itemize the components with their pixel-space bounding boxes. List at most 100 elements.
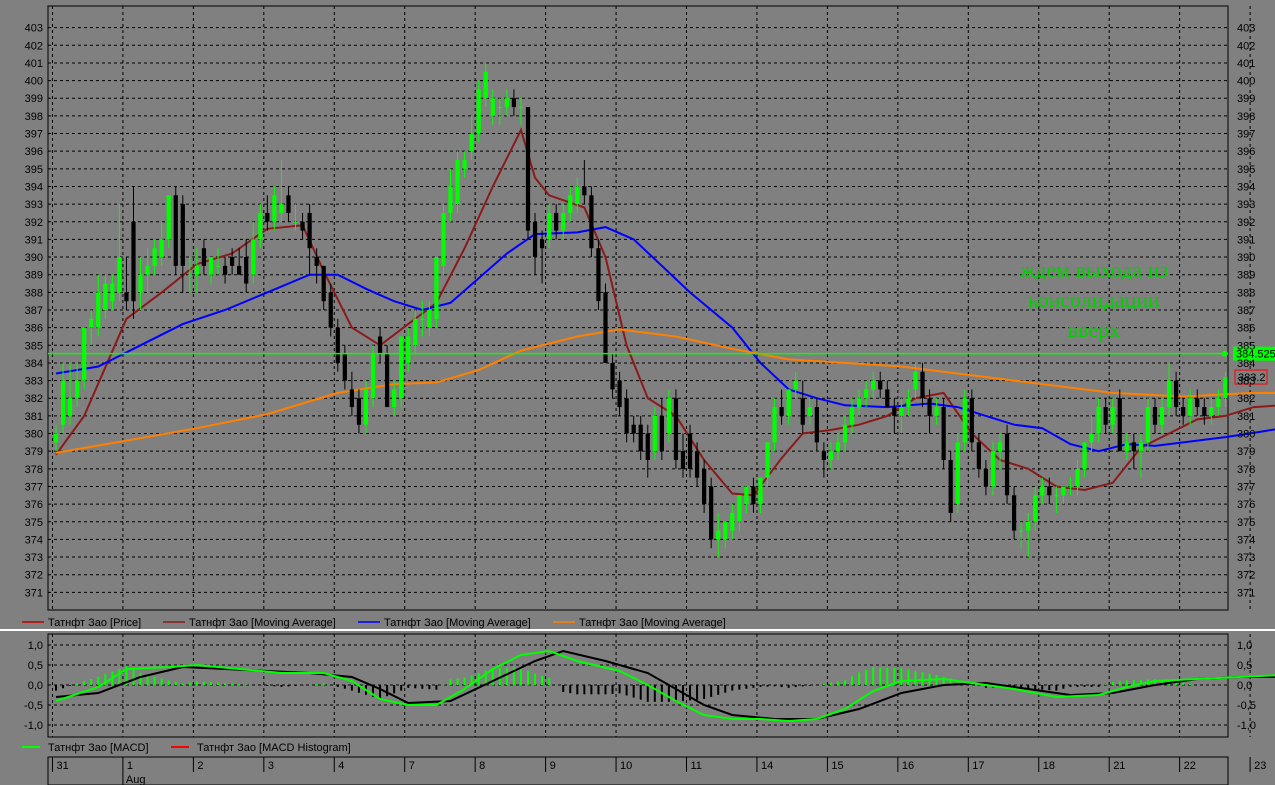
candle-body: [131, 221, 136, 302]
candle-body: [568, 195, 573, 213]
price-tick-label-right: 373: [1237, 552, 1255, 564]
candle-body: [166, 195, 171, 240]
price-tick-label-left: 373: [25, 552, 43, 564]
x-axis-day-label: 9: [550, 760, 556, 772]
price-tick-label-right: 371: [1237, 587, 1255, 599]
candle-body: [603, 292, 608, 363]
price-tick-label-right: 374: [1237, 534, 1255, 546]
price-tick-label-left: 398: [25, 111, 43, 123]
candle-body: [349, 389, 354, 408]
macd-tick-label-left: -1,0: [24, 720, 43, 732]
candle-body: [1089, 433, 1094, 443]
candle-body: [244, 257, 249, 284]
x-axis-day-label: 2: [197, 760, 203, 772]
macd-tick-label-left: 0,0: [28, 680, 43, 692]
candle-body: [124, 292, 129, 302]
price-tick-label-left: 400: [25, 76, 43, 88]
x-axis-day-label: 4: [338, 760, 344, 772]
candle-body: [1138, 442, 1144, 452]
candle-body: [455, 160, 460, 205]
candle-body: [793, 380, 798, 390]
candle-body: [511, 98, 517, 108]
candle-body: [624, 398, 629, 434]
candle-body: [237, 265, 242, 275]
candle-body: [1004, 433, 1010, 496]
candle-body: [1082, 442, 1087, 469]
candle-body: [370, 354, 376, 399]
price-tick-label-left: 386: [25, 323, 43, 335]
price-tick-label-right: 393: [1237, 199, 1255, 211]
price-tick-label-right: 385: [1237, 340, 1255, 352]
candle-body: [483, 71, 488, 99]
candle-body: [596, 248, 601, 302]
candle-body: [307, 212, 312, 249]
candle-body: [1061, 486, 1066, 496]
candle-body: [694, 451, 700, 478]
candle-body: [1068, 486, 1073, 488]
candle-body: [1011, 495, 1017, 531]
candle-body: [723, 521, 728, 540]
candle-body: [1117, 398, 1122, 452]
price-tick-label-right: 402: [1237, 40, 1255, 52]
candle-body: [1054, 495, 1059, 497]
candle-body: [110, 283, 115, 302]
candle-body: [976, 442, 981, 469]
price-tick-label-right: 381: [1237, 411, 1255, 423]
candle-body: [666, 398, 672, 434]
candle-body: [448, 186, 453, 213]
candle-body: [265, 212, 270, 222]
x-axis-day-label: 7: [409, 760, 415, 772]
candle-body: [1096, 407, 1101, 434]
price-tick-label-right: 400: [1237, 76, 1255, 88]
candle-body: [1124, 442, 1129, 452]
candle-body: [532, 221, 538, 258]
candle-body: [561, 212, 566, 231]
price-tick-label-right: 395: [1237, 164, 1255, 176]
candle-body: [680, 451, 686, 469]
candle-body: [892, 407, 897, 416]
candle-body: [201, 248, 207, 266]
macd-legend-label: Татнфт Зао [MACD]: [48, 742, 149, 754]
price-tick-label-left: 394: [25, 181, 43, 193]
candle-body: [878, 380, 883, 390]
candle-body: [1223, 377, 1228, 399]
price-tick-label-left: 388: [25, 287, 43, 299]
annotation-line: вверх: [1068, 317, 1120, 342]
macd-tick-label-right: 1,0: [1237, 640, 1252, 652]
candle-body: [427, 310, 432, 328]
price-tick-label-left: 392: [25, 217, 43, 229]
date-x-axis: 3112347891011141516171821222324Aug: [47, 756, 1266, 785]
candle-body: [1188, 398, 1193, 416]
price-tick-label-left: 375: [25, 517, 43, 529]
candle-body: [328, 292, 333, 328]
candle-body: [377, 336, 383, 355]
candle-body: [1166, 380, 1172, 408]
candle-body: [744, 486, 749, 505]
x-axis-day-label: 11: [691, 760, 702, 772]
price-tick-label-right: 386: [1237, 323, 1255, 335]
price-tick-label-left: 371: [25, 587, 43, 599]
price-tick-label-right: 380: [1237, 429, 1255, 441]
candle-body: [159, 239, 164, 258]
candle-body: [934, 407, 939, 416]
candle-body: [864, 389, 869, 399]
candle-body: [173, 195, 178, 266]
candle-body: [441, 212, 446, 266]
price-tick-label-left: 390: [25, 252, 43, 264]
candle-body: [300, 221, 305, 231]
legend-label: Татнфт Зао [Price]: [48, 617, 141, 629]
price-tick-label-right: 379: [1237, 446, 1255, 458]
price-tick-label-left: 396: [25, 146, 43, 158]
candle-body: [969, 398, 974, 443]
candle-body: [1075, 468, 1080, 487]
candle-body: [631, 424, 636, 434]
candle-body: [384, 354, 390, 408]
candle-body: [821, 451, 826, 460]
candle-body: [539, 239, 545, 249]
candle-body: [962, 398, 967, 443]
annotation-line: ждем выхода из: [1019, 257, 1168, 282]
candle-body: [476, 89, 481, 134]
price-tick-label-right: 378: [1237, 464, 1255, 476]
candle-body: [913, 371, 918, 390]
candle-body: [589, 195, 594, 249]
